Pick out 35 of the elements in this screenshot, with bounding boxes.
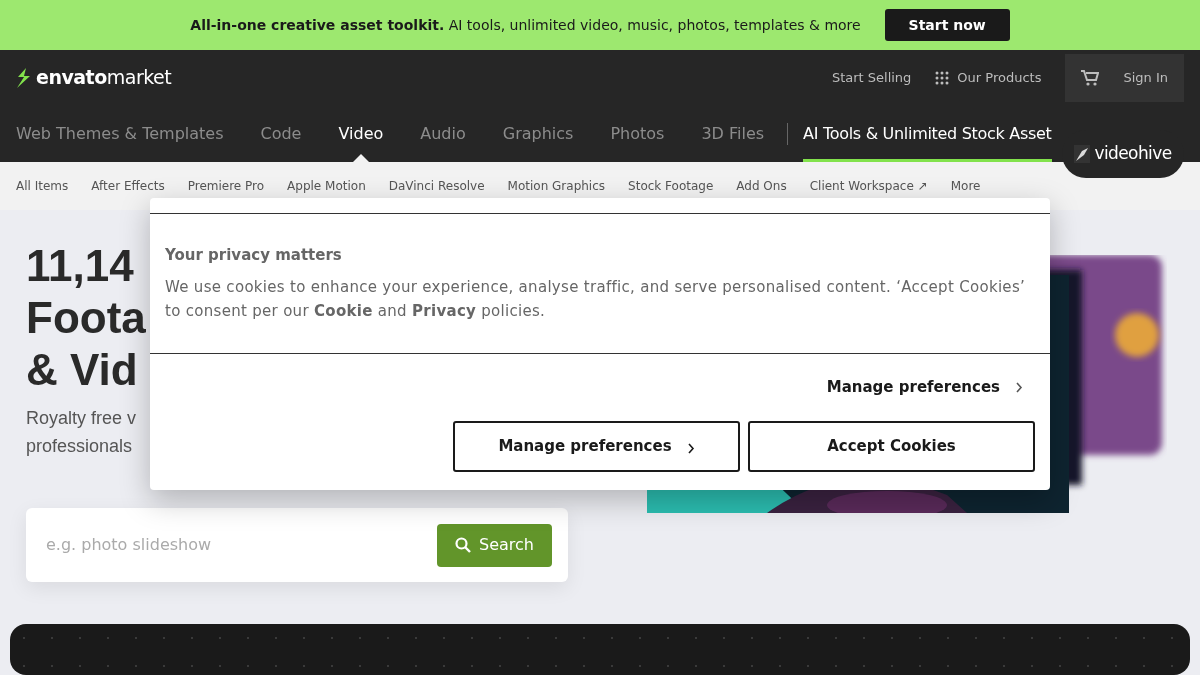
subnav-link[interactable]: Stock Footage	[628, 177, 714, 195]
hero-subtitle: professionals	[26, 435, 133, 458]
subnav-link[interactable]: DaVinci Resolve	[388, 177, 485, 195]
search-field[interactable]: e.g. photo slideshow Search	[26, 508, 568, 582]
category-tab[interactable]: 3D Files	[701, 105, 765, 162]
our-products-link[interactable]: Our Products	[935, 67, 1042, 88]
category-tab[interactable]: Video	[338, 105, 384, 162]
accept-cookies-button[interactable]: Accept Cookies	[748, 420, 1035, 472]
subnav-link[interactable]: Premiere Pro	[187, 177, 265, 195]
envato-market-logo[interactable]: envatomarket	[16, 63, 172, 92]
subnav-link[interactable]: Motion Graphics	[507, 177, 606, 195]
start-now-button[interactable]: Start now	[884, 9, 1010, 41]
manage-preferences-link[interactable]: Manage preferences	[826, 376, 1023, 399]
subnav-link[interactable]: Add Ons	[736, 177, 787, 195]
start-selling-link[interactable]: Start Selling	[831, 67, 912, 88]
subnav-link[interactable]: Apple Motion	[287, 177, 366, 195]
subnav-link[interactable]: After Effects	[91, 177, 165, 195]
dialog-text: We use cookies to enhance your experience, analyse traffic, and serve personalised content. ‘Accept Cookies’ to consent per our Cookie and Privacy policies.	[165, 276, 1027, 322]
category-tab[interactable]: Graphics	[502, 105, 574, 162]
hero-heading: & Vid	[26, 344, 138, 396]
dialog-title: Your privacy matters	[165, 245, 343, 266]
hero-heading: Foota	[26, 292, 146, 344]
subnav-link[interactable]: More	[950, 177, 981, 195]
hero-subtitle: Royalty free v	[26, 407, 137, 430]
search-button[interactable]: Search	[437, 523, 552, 567]
category-tab[interactable]: Audio	[420, 105, 466, 162]
sign-in-link[interactable]: Sign In	[1065, 53, 1184, 102]
subnav-link[interactable]: Client Workspace ↗	[809, 177, 928, 195]
category-tab[interactable]: Photos	[610, 105, 665, 162]
hero-heading: 11,14	[26, 240, 134, 292]
category-tab[interactable]: Web Themes & Templates	[16, 105, 224, 162]
subnav-link[interactable]: All Items	[16, 177, 69, 195]
banner-text: All-in-one creative asset toolkit. AI tools, unlimited video, music, photos, templates & more	[190, 15, 861, 35]
category-tab[interactable]: Code	[260, 105, 302, 162]
manage-preferences-button[interactable]: Manage preferences	[453, 420, 740, 472]
